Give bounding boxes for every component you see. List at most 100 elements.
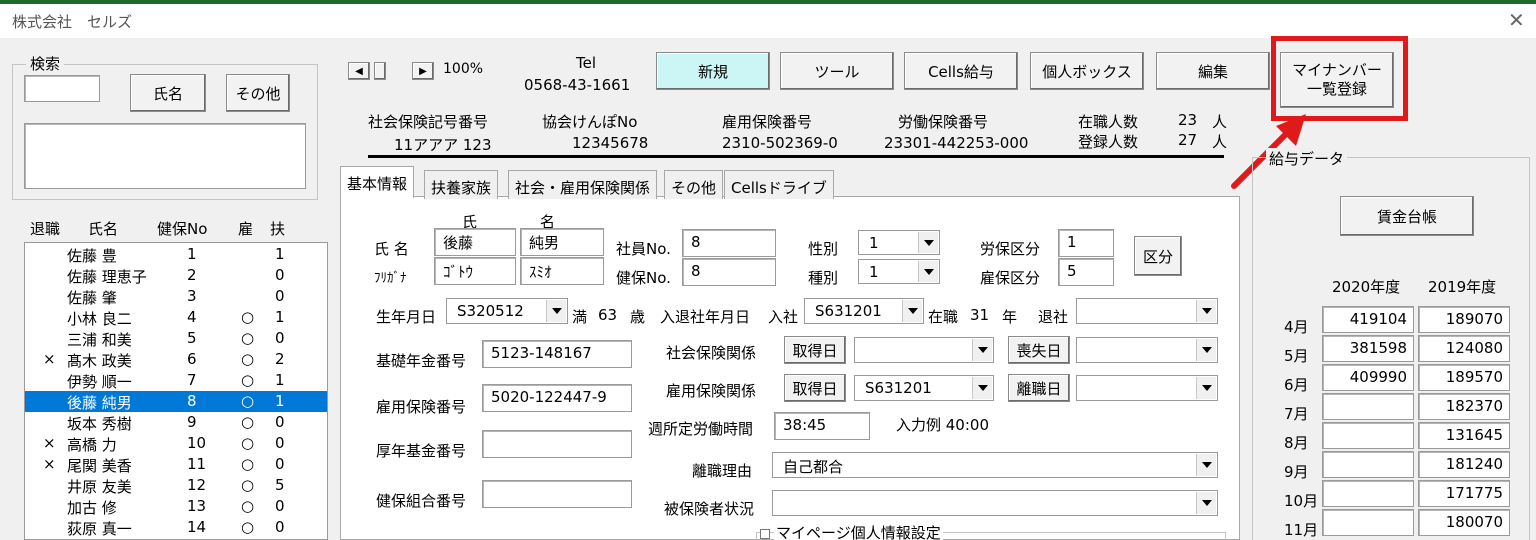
search-input[interactable] — [24, 75, 100, 102]
list-item[interactable]: 井原 友美 12 ○ 5 — [25, 475, 327, 496]
pension-fund-field[interactable] — [482, 430, 632, 458]
list-item[interactable]: 伊勢 順一 7 ○ 1 — [25, 370, 327, 391]
list-item[interactable]: 佐藤 理恵子 2 0 — [25, 265, 327, 286]
close-icon[interactable]: ✕ — [1508, 8, 1525, 32]
employee-no-field[interactable]: 8 — [682, 229, 776, 257]
salary-2020-field[interactable] — [1322, 422, 1414, 449]
separation-reason-select[interactable]: 自己都合 — [772, 452, 1218, 478]
salary-2019-field[interactable]: 180070 — [1418, 509, 1510, 536]
birth-date-label: 生年月日 — [376, 308, 437, 326]
search-name-button[interactable]: 氏名 — [130, 74, 206, 112]
list-cell-dep: 1 — [275, 392, 285, 410]
input-example: 入力例 40:00 — [896, 416, 989, 434]
wage-ledger-button[interactable]: 賃金台帳 — [1340, 196, 1474, 236]
scroll-right-button[interactable]: ▶ — [412, 62, 434, 80]
cells-salary-button[interactable]: Cells給与 — [904, 52, 1018, 90]
salary-2019-field[interactable]: 182370 — [1418, 393, 1510, 420]
list-item[interactable]: 佐藤 豊 1 1 — [25, 244, 327, 265]
list-cell-emp: ○ — [241, 455, 255, 473]
salary-2019-field[interactable]: 189070 — [1418, 306, 1510, 333]
salary-2020-field[interactable]: 381598 — [1322, 335, 1414, 362]
employment-acquire-button[interactable]: 取得日 — [784, 374, 846, 402]
kana-label: ﾌﾘｶﾞﾅ — [374, 271, 407, 286]
list-item[interactable]: × 尾関 美香 11 ○ 0 — [25, 454, 327, 475]
list-item[interactable]: 小林 良二 4 ○ 1 — [25, 307, 327, 328]
tab-basic-info[interactable]: 基本情報 — [340, 166, 415, 198]
list-item[interactable]: 坂本 秀樹 9 ○ 0 — [25, 412, 327, 433]
list-item[interactable]: 荻原 真一 14 ○ 0 — [25, 517, 327, 538]
employment-acquire-date-select[interactable]: S631201 — [854, 375, 994, 401]
health-union-field[interactable] — [482, 480, 632, 508]
mypage-checkbox[interactable] — [760, 529, 770, 539]
gender-select[interactable]: 1 — [858, 230, 940, 255]
list-item[interactable]: 加古 修 13 ○ 0 — [25, 496, 327, 517]
social-acquire-button[interactable]: 取得日 — [784, 336, 846, 364]
list-item[interactable]: 三浦 和美 5 ○ 0 — [25, 328, 327, 349]
list-item[interactable]: × 高橋 力 10 ○ 0 — [25, 433, 327, 454]
tools-button[interactable]: ツール — [780, 52, 894, 90]
list-item[interactable]: 佐藤 肇 3 0 — [25, 286, 327, 307]
salary-2020-field[interactable] — [1322, 509, 1414, 536]
salary-2019-field[interactable]: 181240 — [1418, 451, 1510, 478]
insured-status-select[interactable] — [772, 490, 1218, 516]
scroll-thumb[interactable] — [374, 62, 386, 80]
salary-2019-field[interactable]: 189570 — [1418, 364, 1510, 391]
labor-ins-label: 労働保険番号 — [898, 113, 989, 131]
birth-date-select[interactable]: S320512 — [446, 298, 568, 324]
tab-cells-drive[interactable]: Cellsドライブ — [724, 170, 834, 199]
social-acquire-date-select[interactable] — [854, 337, 994, 363]
salary-2020-field[interactable] — [1322, 393, 1414, 420]
scroll-left-button[interactable]: ◀ — [348, 62, 370, 80]
search-results-box[interactable] — [24, 123, 306, 189]
given-name-field[interactable]: 純男 — [520, 228, 604, 256]
salary-2019-field[interactable]: 131645 — [1418, 422, 1510, 449]
social-lose-date-select[interactable] — [1076, 337, 1218, 363]
list-cell-name: 坂本 秀樹 — [67, 415, 132, 433]
tab-other[interactable]: その他 — [664, 170, 724, 199]
list-cell-emp: ○ — [241, 434, 255, 452]
separation-reason-label: 離職理由 — [692, 462, 753, 480]
salary-2020-field[interactable]: 409990 — [1322, 364, 1414, 391]
salary-month-label: 11月 — [1284, 521, 1319, 539]
employee-no-label: 社員No. — [616, 240, 671, 258]
type-select[interactable]: 1 — [858, 259, 940, 284]
tab-insurance[interactable]: 社会・雇用保険関係 — [508, 170, 658, 199]
labor-category-field[interactable]: 1 — [1058, 229, 1114, 257]
list-item[interactable]: × 髙木 政美 6 ○ 2 — [25, 349, 327, 370]
salary-2019-field[interactable]: 171775 — [1418, 480, 1510, 507]
list-cell-dep: 0 — [275, 266, 285, 284]
employment-category-field[interactable]: 5 — [1058, 258, 1114, 286]
list-cell-ret: × — [43, 455, 56, 473]
title-bar: 株式会社 セルズ ✕ — [0, 4, 1536, 38]
join-date-select[interactable]: S631201 — [804, 298, 924, 324]
social-lose-button[interactable]: 喪失日 — [1008, 336, 1070, 364]
new-button[interactable]: 新規 — [656, 52, 770, 90]
separation-date-select[interactable] — [1076, 375, 1218, 401]
salary-2020-field[interactable] — [1322, 480, 1414, 507]
kana-given-field[interactable]: ｽﾐｵ — [520, 257, 604, 285]
salary-2019-field[interactable]: 124080 — [1418, 335, 1510, 362]
weekly-hours-field[interactable]: 38:45 — [774, 412, 870, 440]
personal-box-button[interactable]: 個人ボックス — [1030, 52, 1144, 90]
social-ins-label: 社会保険記号番号 — [368, 113, 489, 131]
separation-date-button[interactable]: 離職日 — [1008, 374, 1070, 402]
search-other-button[interactable]: その他 — [226, 74, 290, 112]
tab-dependents[interactable]: 扶養家族 — [424, 170, 499, 199]
chevron-down-icon — [546, 300, 566, 322]
chevron-down-icon — [918, 232, 938, 253]
family-name-field[interactable]: 後藤 — [434, 228, 516, 256]
salary-2020-field[interactable] — [1322, 451, 1414, 478]
category-button[interactable]: 区分 — [1134, 236, 1182, 276]
salary-2020-field[interactable]: 419104 — [1322, 306, 1414, 333]
pension-no-field[interactable]: 5123-148167 — [482, 340, 632, 368]
employee-list[interactable]: 佐藤 豊 1 1 佐藤 理恵子 2 0 佐藤 肇 3 0 小林 良二 4 ○ 1 三浦 和美 5 ○ 0 × 髙木 … — [24, 242, 328, 540]
edit-button[interactable]: 編集 — [1156, 52, 1270, 90]
tenure-value: 31 — [970, 306, 990, 324]
employment-ins-no-field[interactable]: 5020-122447-9 — [482, 384, 632, 412]
name-label: 氏 名 — [374, 240, 409, 258]
list-item[interactable]: 後藤 純男 8 ○ 1 — [25, 391, 327, 412]
leave-date-select[interactable] — [1076, 298, 1218, 324]
list-cell-no: 3 — [187, 287, 197, 305]
kana-family-field[interactable]: ｺﾞﾄｳ — [434, 257, 516, 285]
health-no-field[interactable]: 8 — [682, 258, 776, 286]
